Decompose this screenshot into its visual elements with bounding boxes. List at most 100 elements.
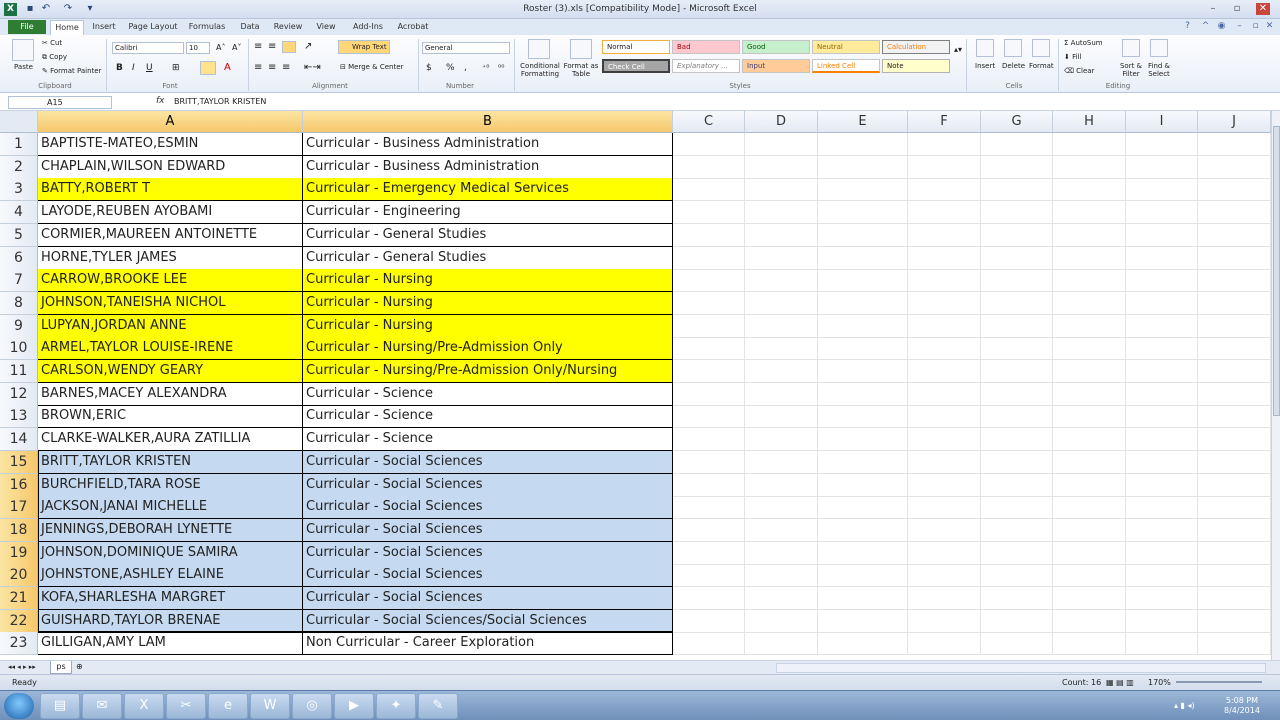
empty-cell[interactable] (673, 360, 745, 383)
cell-name[interactable]: JOHNSON,DOMINIQUE SAMIRA (38, 541, 303, 565)
fill-button[interactable]: ⬇ Fill (1064, 53, 1081, 61)
empty-cell[interactable] (1053, 541, 1126, 565)
restore-icon[interactable]: ▫ (1230, 3, 1244, 15)
cell-name[interactable]: BURCHFIELD,TARA ROSE (38, 473, 303, 497)
align-right-icon[interactable]: ≡ (282, 62, 290, 73)
empty-cell[interactable] (1198, 133, 1271, 156)
empty-cell[interactable] (981, 496, 1053, 520)
empty-cell[interactable] (745, 246, 818, 270)
empty-cell[interactable] (745, 473, 818, 497)
empty-cell[interactable] (981, 337, 1053, 361)
sort-filter-icon[interactable] (1122, 39, 1140, 57)
empty-cell[interactable] (673, 269, 745, 293)
empty-cell[interactable] (673, 155, 745, 179)
empty-cell[interactable] (1126, 496, 1198, 520)
empty-cell[interactable] (745, 428, 818, 452)
empty-cell[interactable] (673, 246, 745, 270)
empty-cell[interactable] (981, 291, 1053, 315)
cell-program[interactable]: Curricular - Nursing (303, 269, 673, 293)
cell-name[interactable]: BROWN,ERIC (38, 405, 303, 429)
cell-program[interactable]: Curricular - Social Sciences (303, 496, 673, 520)
format-as-table-button[interactable]: Format as Table (563, 62, 599, 78)
empty-cell[interactable] (673, 587, 745, 610)
empty-cell[interactable] (1126, 405, 1198, 429)
row-header[interactable]: 2 (0, 155, 38, 179)
empty-cell[interactable] (1198, 269, 1271, 293)
row-header[interactable]: 19 (0, 541, 38, 565)
empty-cell[interactable] (1126, 473, 1198, 497)
empty-cell[interactable] (1198, 609, 1271, 633)
empty-cell[interactable] (908, 314, 981, 338)
orientation-icon[interactable]: ↗ (304, 41, 312, 52)
style-linked-cell[interactable]: Linked Cell (812, 59, 880, 73)
empty-cell[interactable] (673, 564, 745, 588)
empty-cell[interactable] (1126, 360, 1198, 383)
empty-cell[interactable] (818, 155, 908, 179)
empty-cell[interactable] (673, 632, 745, 656)
empty-cell[interactable] (818, 473, 908, 497)
row-header[interactable]: 4 (0, 201, 38, 225)
empty-cell[interactable] (908, 587, 981, 610)
empty-cell[interactable] (1053, 360, 1126, 383)
excel-icon[interactable]: X (124, 693, 164, 719)
tab-insert[interactable]: Insert (88, 20, 120, 35)
cell-program[interactable]: Curricular - Nursing (303, 291, 673, 315)
cell-name[interactable]: JENNINGS,DEBORAH LYNETTE (38, 518, 303, 542)
empty-cell[interactable] (908, 223, 981, 247)
empty-cell[interactable] (981, 155, 1053, 179)
empty-cell[interactable] (1053, 632, 1126, 656)
shrink-font-icon[interactable]: A˅ (232, 43, 241, 52)
empty-cell[interactable] (745, 450, 818, 474)
cell-name[interactable]: CARLSON,WENDY GEARY (38, 360, 303, 383)
find-select-icon[interactable] (1150, 39, 1168, 57)
empty-cell[interactable] (818, 587, 908, 610)
cell-name[interactable]: CHAPLAIN,WILSON EDWARD (38, 155, 303, 179)
empty-cell[interactable] (673, 337, 745, 361)
ribbon-minimize-icon[interactable]: ^ (1200, 21, 1211, 32)
empty-cell[interactable] (1198, 632, 1271, 656)
empty-cell[interactable] (1053, 473, 1126, 497)
empty-cell[interactable] (1053, 587, 1126, 610)
cut-button[interactable]: ✂ Cut (42, 39, 62, 47)
cell-program[interactable]: Curricular - Emergency Medical Services (303, 178, 673, 202)
help-circle-icon[interactable]: ◉ (1216, 21, 1227, 32)
zoom-slider[interactable] (1176, 681, 1262, 683)
empty-cell[interactable] (981, 609, 1053, 633)
empty-cell[interactable] (818, 609, 908, 633)
comma-icon[interactable]: , (464, 63, 467, 73)
conditional-formatting-icon[interactable] (528, 39, 550, 59)
row-header[interactable]: 21 (0, 587, 38, 610)
empty-cell[interactable] (745, 178, 818, 202)
paint-icon[interactable]: ✎ (418, 693, 458, 719)
empty-cell[interactable] (908, 178, 981, 202)
new-sheet-icon[interactable]: ⊕ (76, 662, 83, 671)
empty-cell[interactable] (1198, 360, 1271, 383)
empty-cell[interactable] (745, 360, 818, 383)
empty-cell[interactable] (745, 201, 818, 225)
empty-cell[interactable] (1053, 178, 1126, 202)
empty-cell[interactable] (908, 473, 981, 497)
cell-program[interactable]: Curricular - Business Administration (303, 155, 673, 179)
sort-filter-button[interactable]: Sort & Filter (1116, 62, 1146, 78)
empty-cell[interactable] (1053, 269, 1126, 293)
style-normal[interactable]: Normal (602, 40, 670, 54)
empty-cell[interactable] (1198, 564, 1271, 588)
empty-cell[interactable] (818, 337, 908, 361)
tab-review[interactable]: Review (270, 20, 306, 35)
row-header[interactable]: 13 (0, 405, 38, 429)
empty-cell[interactable] (981, 405, 1053, 429)
empty-cell[interactable] (908, 246, 981, 270)
empty-cell[interactable] (1198, 178, 1271, 202)
empty-cell[interactable] (1126, 564, 1198, 588)
empty-cell[interactable] (908, 450, 981, 474)
empty-cell[interactable] (1126, 632, 1198, 656)
empty-cell[interactable] (981, 632, 1053, 656)
empty-cell[interactable] (1198, 450, 1271, 474)
currency-icon[interactable]: $ (426, 63, 432, 73)
insert-cells-button[interactable]: Insert (975, 62, 995, 70)
empty-cell[interactable] (908, 382, 981, 406)
cell-name[interactable]: KOFA,SHARLESHA MARGRET (38, 587, 303, 610)
row-header[interactable]: 12 (0, 382, 38, 406)
empty-cell[interactable] (1198, 201, 1271, 225)
align-top-icon[interactable]: ≡ (254, 41, 262, 52)
